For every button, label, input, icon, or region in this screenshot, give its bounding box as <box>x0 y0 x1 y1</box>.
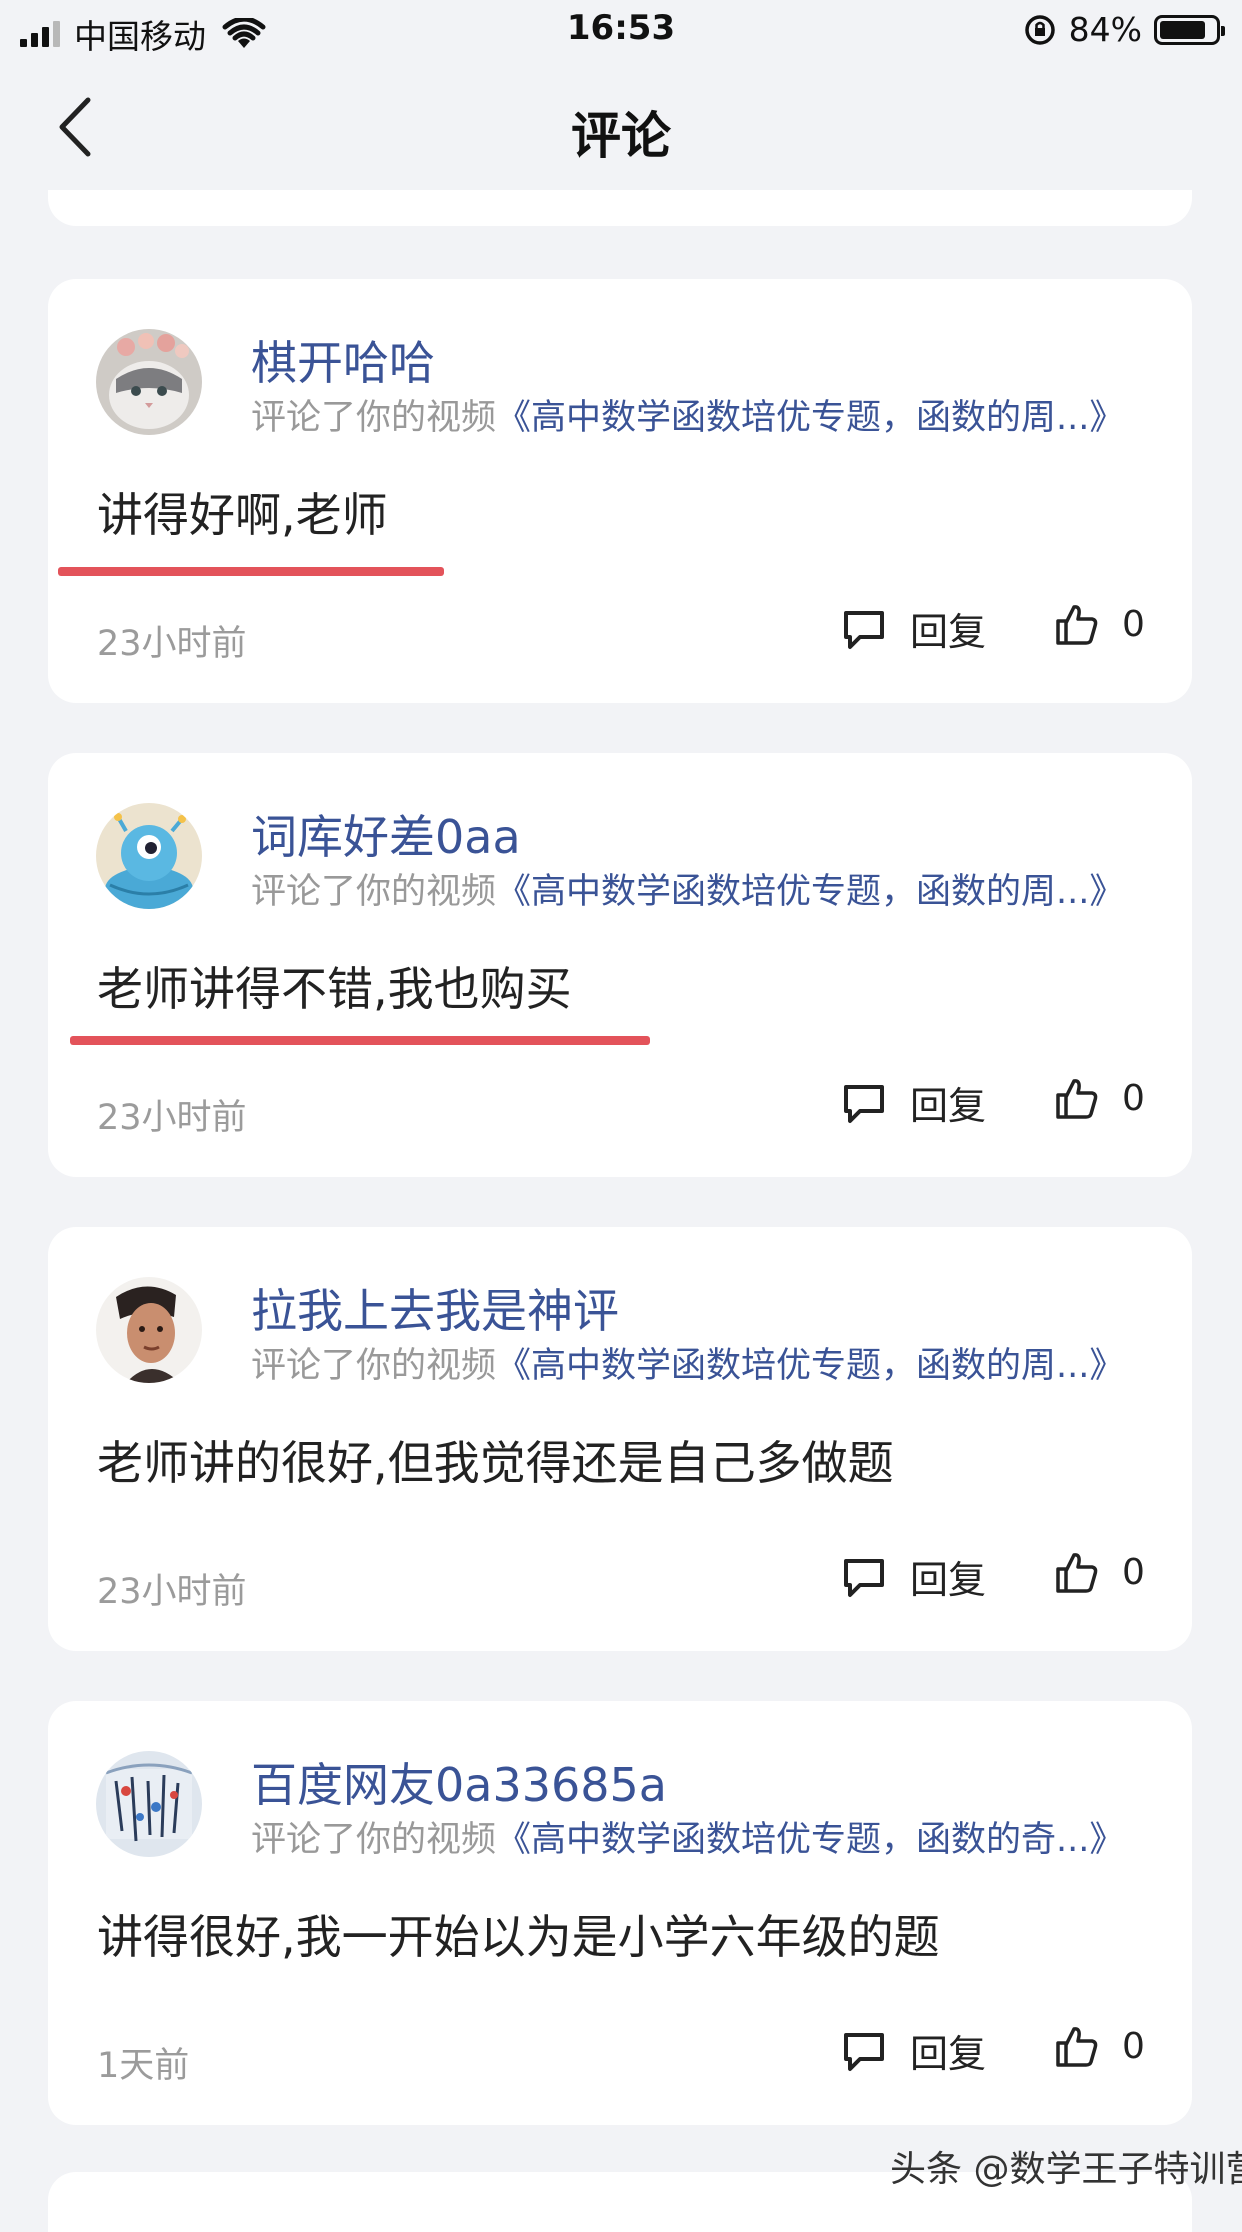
username[interactable]: 棋开哈哈 <box>251 327 435 393</box>
comment-bubble-icon <box>844 610 884 649</box>
comment-source: 评论了你的视频《高中数学函数培优专题，函数的周...》 <box>251 389 1124 440</box>
comment-time: 23小时前 <box>97 1098 247 1138</box>
like-button[interactable]: 0 <box>1054 601 1145 647</box>
reply-button[interactable]: 回复 <box>840 1075 986 1130</box>
red-underline-annotation <box>70 1036 650 1045</box>
nav-bar: 评论 <box>0 64 1242 192</box>
watermark: 头条 @数学王子特训营 <box>890 2149 1242 2190</box>
previous-card-edge <box>48 190 1192 226</box>
like-button[interactable]: 0 <box>1054 1075 1145 1121</box>
comment-source-prefix: 评论了你的视频 <box>251 872 497 912</box>
thumbs-up-icon <box>1056 1079 1098 1119</box>
comment-card: 百度网友0a33685a 评论了你的视频《高中数学函数培优专题，函数的奇...》… <box>48 1701 1192 2125</box>
username[interactable]: 词库好差0aa <box>251 801 521 867</box>
battery-icon <box>1154 14 1225 45</box>
thumbs-up-icon <box>1056 605 1098 645</box>
comment-bubble-icon <box>844 1558 884 1597</box>
reply-button[interactable]: 回复 <box>840 1549 986 1604</box>
like-count: 0 <box>1122 1551 1145 1593</box>
comment-text: 讲得好啊,老师 <box>97 488 388 542</box>
comment-card: 词库好差0aa 评论了你的视频《高中数学函数培优专题，函数的周...》 老师讲得… <box>48 753 1192 1177</box>
comment-bubble-icon <box>844 2032 884 2071</box>
comment-bubble-icon <box>844 1084 884 1123</box>
comment-text: 讲得很好,我一开始以为是小学六年级的题 <box>97 1910 940 1964</box>
page-title: 评论 <box>571 107 671 165</box>
like-button[interactable]: 0 <box>1054 1549 1145 1595</box>
like-count: 0 <box>1122 1077 1145 1119</box>
comment-time: 1天前 <box>97 2046 190 2086</box>
comment-source: 评论了你的视频《高中数学函数培优专题，函数的周...》 <box>251 1337 1124 1388</box>
video-title-link[interactable]: 《高中数学函数培优专题，函数的周...》 <box>496 1346 1124 1386</box>
comment-text: 老师讲得不错,我也购买 <box>97 962 572 1016</box>
thumbs-up-icon <box>1056 1553 1098 1593</box>
reply-label: 回复 <box>910 1558 987 1602</box>
reply-label: 回复 <box>910 1084 987 1128</box>
avatar[interactable] <box>96 1751 202 1857</box>
red-underline-annotation <box>58 567 444 576</box>
comment-time: 23小时前 <box>97 624 247 664</box>
like-button[interactable]: 0 <box>1054 2023 1145 2069</box>
avatar[interactable] <box>96 329 202 435</box>
comment-source: 评论了你的视频《高中数学函数培优专题，函数的奇...》 <box>251 1811 1124 1862</box>
comment-time: 23小时前 <box>97 1572 247 1612</box>
username[interactable]: 百度网友0a33685a <box>251 1749 667 1815</box>
reply-label: 回复 <box>910 610 987 654</box>
comment-source-prefix: 评论了你的视频 <box>251 1820 497 1860</box>
comment-source-prefix: 评论了你的视频 <box>251 398 497 438</box>
reply-button[interactable]: 回复 <box>840 2023 986 2078</box>
battery-percent: 84% <box>1068 10 1142 49</box>
orientation-lock-icon <box>1024 14 1055 45</box>
avatar[interactable] <box>96 803 202 909</box>
comment-card: 拉我上去我是神评 评论了你的视频《高中数学函数培优专题，函数的周...》 老师讲… <box>48 1227 1192 1651</box>
status-bar: 中国移动 16:53 84% <box>0 0 1242 64</box>
comment-text: 老师讲的很好,但我觉得还是自己多做题 <box>97 1436 894 1490</box>
comment-source: 评论了你的视频《高中数学函数培优专题，函数的周...》 <box>251 863 1124 914</box>
thumbs-up-icon <box>1056 2027 1098 2067</box>
comment-source-prefix: 评论了你的视频 <box>251 1346 497 1386</box>
username[interactable]: 拉我上去我是神评 <box>251 1275 619 1341</box>
avatar[interactable] <box>96 1277 202 1383</box>
like-count: 0 <box>1122 2025 1145 2067</box>
video-title-link[interactable]: 《高中数学函数培优专题，函数的奇...》 <box>496 1820 1124 1860</box>
video-title-link[interactable]: 《高中数学函数培优专题，函数的周...》 <box>496 872 1124 912</box>
comment-card: 棋开哈哈 评论了你的视频《高中数学函数培优专题，函数的周...》 讲得好啊,老师… <box>48 279 1192 703</box>
reply-button[interactable]: 回复 <box>840 601 986 656</box>
reply-label: 回复 <box>910 2032 987 2076</box>
like-count: 0 <box>1122 603 1145 645</box>
video-title-link[interactable]: 《高中数学函数培优专题，函数的周...》 <box>496 398 1124 438</box>
